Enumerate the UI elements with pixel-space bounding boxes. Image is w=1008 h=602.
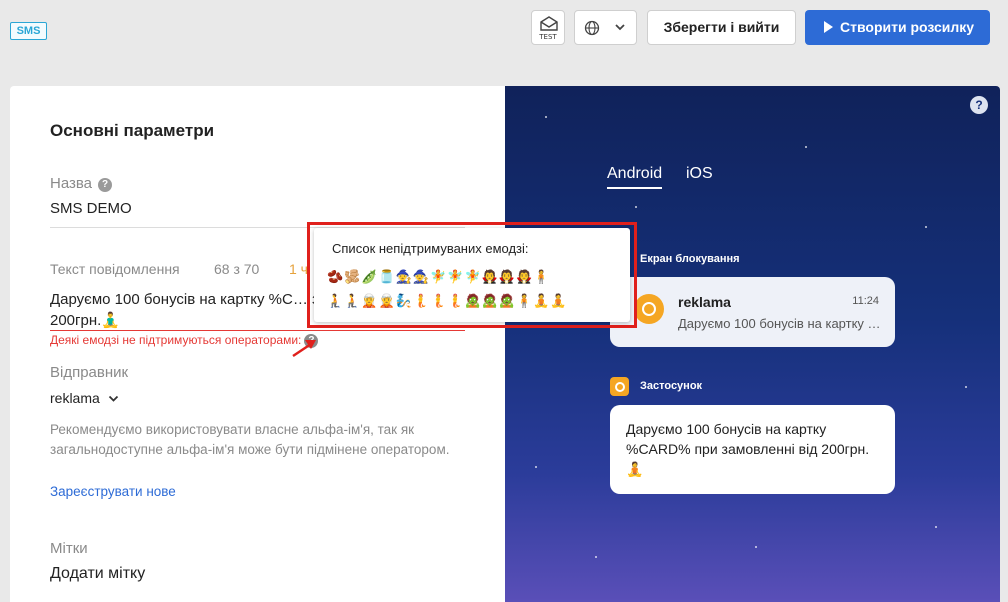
- globe-icon: [584, 20, 600, 36]
- message-field-underline: [50, 330, 465, 331]
- sender-value: reklama: [50, 390, 100, 406]
- chevron-down-icon: [108, 395, 118, 402]
- settings-panel: Основні параметри Назва? SMS DEMO Текст …: [10, 86, 505, 602]
- star: [535, 466, 537, 468]
- notification-time: 11:24: [852, 295, 879, 307]
- app-label: Застосунок: [640, 380, 703, 392]
- star: [935, 526, 937, 528]
- tab-ios[interactable]: iOS: [686, 165, 713, 183]
- save-and-exit-button[interactable]: Зберегти і вийти: [647, 10, 796, 45]
- star: [755, 546, 757, 548]
- top-bar: SMS TEST Зберегти і вийти Створити розси…: [0, 0, 1008, 66]
- notification-preview: Даруємо 100 бонусів на картку %CARD%: [678, 316, 883, 331]
- tooltip-title: Список непідтримуваних емодзі:: [332, 241, 529, 256]
- test-label: TEST: [539, 33, 557, 41]
- app-icon: [610, 377, 629, 396]
- star: [595, 556, 597, 558]
- sender-hint: Рекомендуємо використовувати власне альф…: [50, 422, 450, 457]
- sender-select[interactable]: reklama: [50, 390, 119, 406]
- envelope-icon: [540, 16, 558, 31]
- lock-screen-notification: reklama 11:24 Даруємо 100 бонусів на кар…: [610, 277, 895, 347]
- unsupported-emoji-highlight: Список непідтримуваних емодзі: 🫘🫚🫛🫙🧙🧙🧚🧚🧚…: [307, 222, 637, 328]
- tags-label: Мітки: [50, 540, 88, 557]
- help-icon[interactable]: ?: [970, 96, 988, 114]
- tab-android[interactable]: Android: [607, 165, 663, 189]
- lock-screen-label: Екран блокування: [640, 253, 740, 265]
- create-campaign-button[interactable]: Створити розсилку: [805, 10, 990, 45]
- emoji-warning: Деякі емодзі не підтримуються операторам…: [50, 333, 319, 348]
- star: [805, 146, 807, 148]
- register-sender-link[interactable]: Зареєструвати нове: [50, 484, 176, 499]
- play-icon: [824, 21, 833, 33]
- sender-label: Відправник: [50, 364, 129, 381]
- name-label: Назва?: [50, 175, 113, 192]
- message-bubble: Даруємо 100 бонусів на картку %CARD% при…: [610, 405, 895, 494]
- char-counter: 68 з 70: [214, 261, 260, 277]
- notification-sender: reklama: [678, 294, 731, 310]
- channel-badge: SMS: [10, 22, 47, 40]
- arrow-annotation-icon: [292, 340, 316, 358]
- section-title: Основні параметри: [50, 121, 215, 140]
- star: [925, 226, 927, 228]
- chevron-down-icon: [615, 24, 625, 31]
- unsupported-emoji-tooltip: Список непідтримуваних емодзі: 🫘🫚🫛🫙🧙🧙🧚🧚🧚…: [314, 228, 630, 322]
- create-campaign-label: Створити розсилку: [840, 19, 975, 35]
- language-select[interactable]: [574, 10, 637, 45]
- test-send-button[interactable]: TEST: [531, 10, 565, 45]
- app-icon: [634, 294, 664, 324]
- phone-preview-panel: ? Android iOS Екран блокування reklama 1…: [505, 86, 1000, 602]
- emoji-warning-text: Деякі емодзі не підтримуються операторам…: [50, 333, 302, 347]
- sms-parts-count: 1 ч: [289, 261, 308, 277]
- message-text-label: Текст повідомлення: [50, 261, 180, 277]
- emoji-list-row: 🫘🫚🫛🫙🧙🧙🧚🧚🧚🧛🧛🧛🧍: [327, 270, 551, 285]
- star: [545, 116, 547, 118]
- help-icon[interactable]: ?: [98, 178, 113, 192]
- add-tag-field[interactable]: Додати мітку: [50, 565, 145, 583]
- name-label-text: Назва: [50, 175, 93, 192]
- emoji-list-row: 🧎🧎🧝🧝🧞🧜🧜🧜🧟🧟🧟🧍🧘🧘: [327, 294, 568, 309]
- name-field[interactable]: SMS DEMO: [50, 200, 132, 217]
- star: [965, 386, 967, 388]
- star: [635, 206, 637, 208]
